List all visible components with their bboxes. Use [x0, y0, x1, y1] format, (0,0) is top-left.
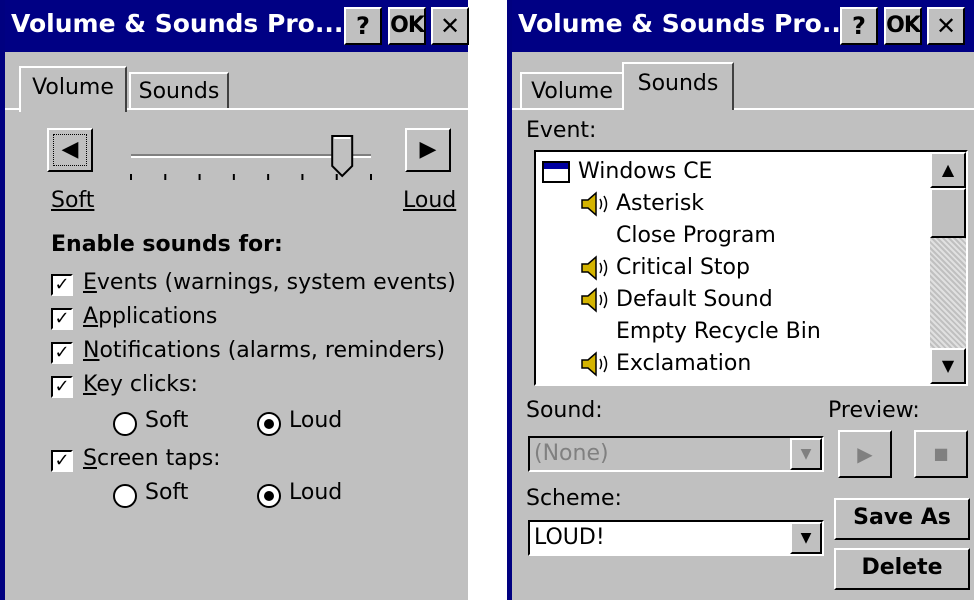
- event-list-scrollbar[interactable]: ▲ ▼: [930, 152, 966, 384]
- volume-sounds-dialog-sounds: Volume & Sounds Pro... ? OK ✕ Volume Sou…: [507, 0, 974, 600]
- applications-label: Applications: [83, 304, 218, 329]
- speaker-icon: [580, 255, 610, 291]
- play-icon: ▶: [857, 442, 873, 466]
- key-clicks-loud-radio[interactable]: [257, 412, 281, 436]
- volume-panel: ◀ ▶ Soft Loud Enable sounds for: ✓ Event…: [5, 108, 468, 600]
- list-item-label: Exclamation: [616, 351, 752, 376]
- loud-label: Loud: [403, 188, 457, 213]
- close-button[interactable]: ✕: [927, 7, 965, 45]
- tab-volume-label: Volume: [32, 75, 114, 100]
- key-clicks-checkbox[interactable]: ✓: [51, 376, 73, 398]
- soft-label: Soft: [51, 188, 95, 213]
- volume-slider-thumb[interactable]: [331, 135, 354, 178]
- close-button[interactable]: ✕: [431, 7, 469, 45]
- tab-sounds[interactable]: Sounds: [622, 62, 734, 110]
- list-item-label: Close Program: [616, 223, 776, 248]
- event-list[interactable]: Windows CE Asterisk Close Program Critical …: [534, 150, 968, 386]
- screen-taps-label: Screen taps:: [83, 446, 221, 471]
- screen-taps-checkbox[interactable]: ✓: [51, 450, 73, 472]
- help-button[interactable]: ?: [840, 7, 878, 45]
- right-arrow-icon: ▶: [419, 137, 437, 162]
- events-checkbox[interactable]: ✓: [51, 274, 73, 296]
- down-arrow-icon: ▼: [941, 356, 955, 375]
- list-item-label: Windows CE: [578, 159, 713, 184]
- key-clicks-label: Key clicks:: [83, 372, 198, 397]
- ok-button[interactable]: OK: [884, 7, 922, 45]
- chevron-down-icon[interactable]: ▼: [790, 522, 822, 554]
- screen-taps-loud-label: Loud: [289, 480, 343, 505]
- title-bar: Volume & Sounds Pro... ? OK ✕: [5, 0, 469, 52]
- stop-icon: ■: [933, 444, 949, 463]
- speaker-icon: [580, 351, 610, 384]
- tab-sounds-label: Sounds: [637, 71, 719, 96]
- ok-button[interactable]: OK: [388, 7, 426, 45]
- scroll-down-button[interactable]: ▼: [930, 348, 966, 384]
- tab-sounds-label: Sounds: [138, 79, 220, 104]
- help-button[interactable]: ?: [344, 7, 382, 45]
- notifications-label: Notifications (alarms, reminders): [83, 338, 446, 363]
- scroll-up-button[interactable]: ▲: [930, 152, 966, 188]
- window-title: Volume & Sounds Pro...: [518, 9, 851, 38]
- volume-down-button[interactable]: ◀: [47, 128, 93, 172]
- chevron-down-icon[interactable]: ▼: [790, 438, 822, 470]
- key-clicks-soft-label: Soft: [145, 408, 189, 433]
- window-title: Volume & Sounds Pro...: [11, 9, 344, 38]
- preview-stop-button[interactable]: ■: [914, 430, 968, 478]
- key-clicks-loud-label: Loud: [289, 408, 343, 433]
- notifications-checkbox[interactable]: ✓: [51, 342, 73, 364]
- sound-select[interactable]: (None) ▼: [528, 436, 824, 472]
- preview-play-button[interactable]: ▶: [838, 430, 892, 478]
- scheme-label: Scheme:: [526, 486, 622, 511]
- sound-select-value: (None): [534, 441, 609, 466]
- sound-label: Sound:: [526, 398, 603, 423]
- screen-taps-soft-radio[interactable]: [113, 484, 137, 508]
- screen-taps-loud-radio[interactable]: [257, 484, 281, 508]
- volume-slider[interactable]: [125, 128, 385, 198]
- enable-sounds-heading: Enable sounds for:: [51, 232, 283, 257]
- screen-taps-soft-label: Soft: [145, 480, 189, 505]
- speaker-icon: [580, 191, 610, 227]
- preview-label: Preview:: [828, 398, 920, 423]
- title-bar: Volume & Sounds Pro... ? OK ✕: [512, 0, 974, 52]
- delete-button[interactable]: Delete: [834, 548, 970, 590]
- scroll-thumb[interactable]: [930, 188, 966, 238]
- volume-up-button[interactable]: ▶: [405, 128, 451, 172]
- speaker-icon: [580, 287, 610, 323]
- volume-sounds-dialog-volume: Volume & Sounds Pro... ? OK ✕ Volume Sou…: [0, 0, 469, 600]
- tab-volume[interactable]: Volume: [520, 72, 624, 108]
- tab-volume-label: Volume: [531, 79, 613, 104]
- list-item-label: Critical Stop: [616, 255, 750, 280]
- scheme-select[interactable]: LOUD! ▼: [528, 520, 824, 556]
- scheme-select-value: LOUD!: [534, 525, 605, 550]
- window-icon: [542, 161, 570, 183]
- list-item-label: Default Sound: [616, 287, 773, 312]
- list-item-label: Asterisk: [616, 191, 705, 216]
- tab-sounds[interactable]: Sounds: [129, 72, 229, 108]
- tab-volume[interactable]: Volume: [19, 66, 127, 112]
- event-label: Event:: [526, 118, 597, 143]
- applications-checkbox[interactable]: ✓: [51, 308, 73, 330]
- key-clicks-soft-radio[interactable]: [113, 412, 137, 436]
- list-item-label: Empty Recycle Bin: [616, 319, 821, 344]
- up-arrow-icon: ▲: [941, 160, 955, 179]
- save-as-button[interactable]: Save As: [834, 498, 970, 540]
- events-label: Events (warnings, system events): [83, 270, 456, 295]
